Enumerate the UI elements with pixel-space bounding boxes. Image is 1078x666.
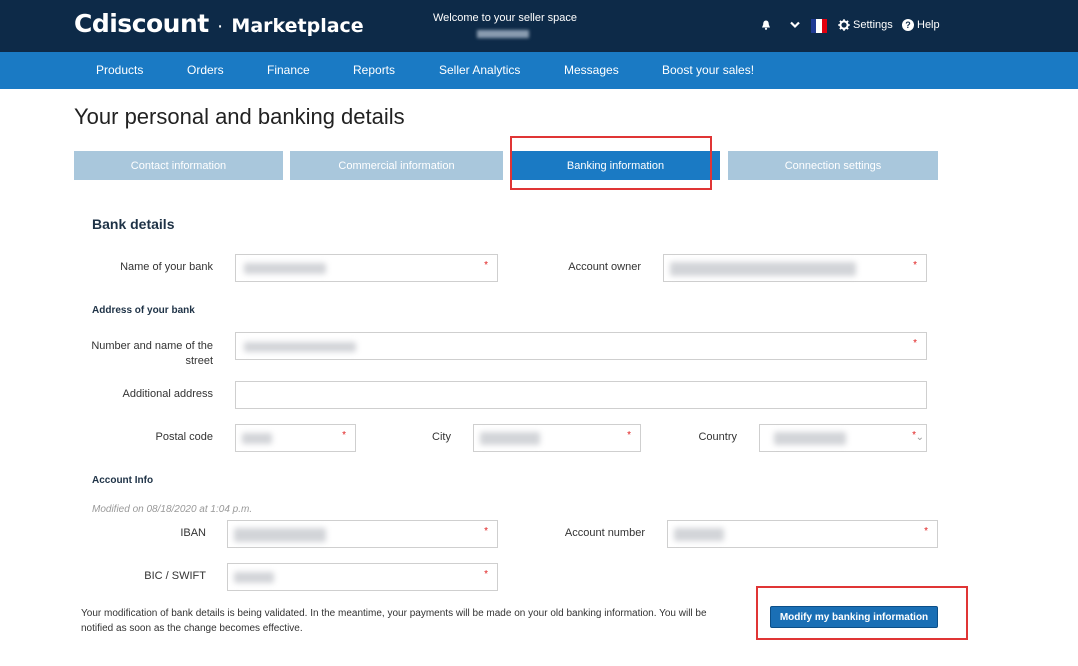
street-label: Number and name of the street [91, 340, 213, 367]
account-owner-redacted [670, 262, 856, 276]
required-marker: * [484, 569, 488, 580]
nav-finance[interactable]: Finance [267, 63, 310, 77]
bic-swift-label: BIC / SWIFT [144, 570, 206, 582]
account-info-heading: Account Info [92, 475, 154, 486]
country-redacted [774, 432, 846, 445]
bic-swift-redacted [234, 572, 274, 583]
required-marker: * [484, 526, 488, 537]
street-redacted [244, 342, 356, 352]
city-input[interactable]: * [473, 424, 641, 452]
postal-code-input[interactable]: * [235, 424, 356, 452]
help-icon: ? [902, 19, 914, 31]
nav-seller-analytics[interactable]: Seller Analytics [439, 63, 520, 77]
welcome-text: Welcome to your seller space [432, 12, 578, 24]
top-header: Cdiscount · Marketplace Welcome to your … [0, 0, 1078, 52]
required-marker: * [913, 338, 917, 349]
bank-name-input[interactable]: * [235, 254, 498, 282]
city-label: City [432, 431, 451, 443]
nav-products[interactable]: Products [96, 63, 143, 77]
city-redacted [480, 432, 540, 445]
required-marker: * [342, 430, 346, 441]
seller-name-redacted [477, 30, 529, 38]
settings-label: Settings [853, 19, 893, 31]
france-flag-icon[interactable] [811, 19, 827, 33]
account-number-redacted [674, 528, 724, 541]
flag-stripe-red [821, 19, 827, 33]
modify-banking-button[interactable]: Modify my banking information [770, 606, 938, 628]
settings-link[interactable]: Settings [838, 19, 893, 31]
postal-code-label: Postal code [155, 431, 213, 443]
help-label: Help [917, 19, 940, 31]
iban-redacted [234, 528, 326, 542]
nav-messages[interactable]: Messages [564, 63, 619, 77]
street-input[interactable]: * [235, 332, 927, 360]
main-nav: Products Orders Finance Reports Seller A… [0, 52, 1078, 89]
tab-commercial-information[interactable]: Commercial information [290, 151, 503, 180]
validation-notice: Your modification of bank details is bei… [81, 608, 707, 634]
additional-address-label: Additional address [122, 388, 213, 400]
iban-input[interactable]: * [227, 520, 498, 548]
iban-label: IBAN [180, 527, 206, 539]
logo[interactable]: Cdiscount · Marketplace [74, 9, 364, 38]
additional-address-input[interactable] [235, 381, 927, 409]
nav-boost-sales[interactable]: Boost your sales! [662, 63, 754, 77]
logo-brand: Cdiscount [74, 9, 209, 38]
chevron-down-icon: ⌄ [915, 432, 924, 443]
required-marker: * [484, 260, 488, 271]
nav-reports[interactable]: Reports [353, 63, 395, 77]
gear-icon [838, 19, 850, 31]
chevron-down-icon[interactable] [790, 21, 800, 29]
bank-name-redacted [244, 263, 326, 274]
help-link[interactable]: ? Help [902, 19, 940, 31]
account-number-label: Account number [564, 527, 645, 539]
section-title: Bank details [92, 216, 175, 232]
page-title: Your personal and banking details [74, 104, 405, 129]
account-number-input[interactable]: * [667, 520, 938, 548]
required-marker: * [913, 260, 917, 271]
address-heading: Address of your bank [92, 305, 195, 316]
account-owner-input[interactable]: * [663, 254, 927, 282]
logo-separator: · [216, 15, 224, 37]
logo-product: Marketplace [231, 15, 364, 37]
required-marker: * [924, 526, 928, 537]
bic-swift-input[interactable]: * [227, 563, 498, 591]
bell-icon[interactable] [761, 20, 771, 30]
bank-name-label: Name of your bank [120, 261, 213, 273]
tab-connection-settings[interactable]: Connection settings [728, 151, 938, 180]
country-label: Country [698, 431, 737, 443]
postal-code-redacted [242, 433, 272, 444]
country-select[interactable]: * ⌄ [759, 424, 927, 452]
tab-banking-information[interactable]: Banking information [511, 151, 720, 180]
account-owner-label: Account owner [568, 261, 641, 273]
modified-timestamp: Modified on 08/18/2020 at 1:04 p.m. [92, 504, 253, 515]
nav-orders[interactable]: Orders [187, 63, 224, 77]
tab-contact-information[interactable]: Contact information [74, 151, 283, 180]
required-marker: * [627, 430, 631, 441]
